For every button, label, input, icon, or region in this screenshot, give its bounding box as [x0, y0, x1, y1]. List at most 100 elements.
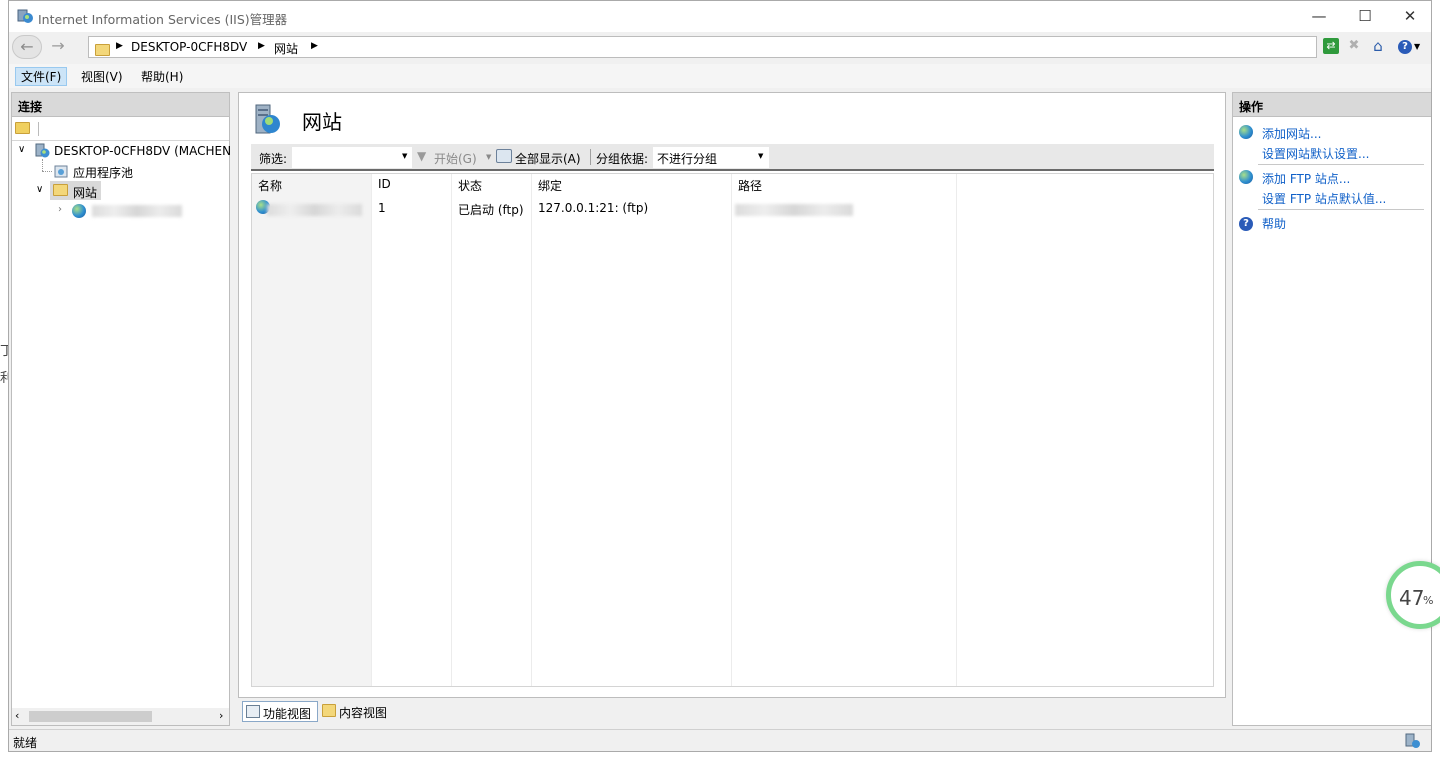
filter-divider [590, 149, 591, 165]
column-path [732, 174, 957, 686]
status-bar: 就绪 [9, 729, 1431, 751]
column-name [252, 174, 372, 686]
help-dropdown-icon[interactable]: ? ▼ [1398, 38, 1420, 54]
back-button[interactable]: ← [12, 35, 42, 59]
chevron-down-icon: ▼ [486, 153, 492, 161]
content-view-icon [322, 704, 336, 720]
add-ftp-site-link[interactable]: 添加 FTP 站点... [1262, 170, 1350, 187]
menu-help[interactable]: 帮助(H) [135, 67, 189, 86]
menu-bar: 文件(F) 视图(V) 帮助(H) [9, 64, 1431, 88]
menu-file[interactable]: 文件(F) [15, 67, 68, 86]
add-site-link[interactable]: 添加网站... [1262, 125, 1321, 142]
add-ftp-icon [1239, 170, 1253, 187]
actions-header: 操作 [1232, 92, 1431, 117]
breadcrumb-server[interactable]: DESKTOP-0CFH8DV [131, 40, 247, 54]
header-path[interactable]: 路径 [738, 177, 762, 194]
header-status[interactable]: 状态 [458, 177, 482, 194]
help-icon: ? [1239, 215, 1253, 231]
title-bar: Internet Information Services (IIS)管理器 —… [9, 1, 1431, 32]
scroll-right-icon[interactable]: › [219, 709, 223, 722]
breadcrumb-separator-icon: ▶ [311, 41, 318, 51]
tree-server[interactable]: DESKTOP-0CFH8DV (MACHEN [54, 144, 231, 158]
features-view-icon [246, 705, 260, 718]
connections-header: 连接 [11, 92, 230, 117]
add-site-icon [1239, 125, 1253, 142]
stop-icon[interactable]: ✖ [1346, 38, 1362, 54]
tree-expander-server[interactable]: ∨ [18, 144, 25, 155]
chevron-down-icon: ▼ [758, 152, 764, 160]
content-view-label: 内容视图 [339, 706, 388, 720]
maximize-button[interactable]: ☐ [1342, 1, 1388, 32]
features-view-label: 功能视图 [263, 707, 312, 721]
actions-divider [1258, 209, 1424, 210]
header-name[interactable]: 名称 [258, 177, 282, 194]
tree-line [42, 171, 52, 172]
address-bar[interactable]: ▶ DESKTOP-0CFH8DV ▶ 网站 ▶ [88, 36, 1317, 58]
header-id[interactable]: ID [378, 177, 391, 191]
cell-id: 1 [378, 201, 386, 215]
widget-unit: % [1423, 594, 1434, 607]
menu-view[interactable]: 视图(V) [75, 67, 129, 86]
tree-app-pools[interactable]: 应用程序池 [73, 164, 133, 181]
tree-expander-site[interactable]: › [58, 204, 62, 215]
show-all-icon [496, 149, 512, 163]
widget-percent: 47 [1399, 586, 1425, 610]
redacted-path [735, 204, 853, 216]
start-filter-button[interactable]: 开始(G) [434, 150, 477, 167]
table-row[interactable]: 1 已启动 (ftp) 127.0.0.1:21: (ftp) [252, 198, 1213, 218]
group-by-select[interactable]: 不进行分组 ▼ [653, 147, 769, 168]
sites-header-icon [250, 103, 284, 140]
forward-button[interactable]: → [45, 35, 71, 59]
chevron-down-icon: ▼ [402, 152, 408, 160]
tree-sites[interactable]: 网站 [73, 184, 97, 201]
site-globe-icon [72, 204, 86, 221]
navigation-bar: ← → ▶ DESKTOP-0CFH8DV ▶ 网站 ▶ ⇄ ✖ ⌂ ? ▼ [9, 32, 1431, 62]
cell-status: 已启动 (ftp) [458, 203, 524, 217]
toolbar-divider [38, 122, 39, 136]
horizontal-scrollbar[interactable]: ‹ › [12, 708, 229, 725]
iis-manager-window: Internet Information Services (IIS)管理器 —… [8, 0, 1432, 752]
redacted-site-name [92, 205, 182, 217]
filter-input[interactable]: ▼ [292, 147, 412, 168]
scroll-left-icon[interactable]: ‹ [15, 709, 19, 722]
site-defaults-link[interactable]: 设置网站默认设置... [1262, 145, 1369, 162]
ftp-defaults-link[interactable]: 设置 FTP 站点默认值... [1262, 190, 1386, 207]
refresh-icon[interactable]: ⇄ [1323, 38, 1339, 54]
show-all-button[interactable]: 全部显示(A) [515, 150, 581, 167]
column-id [372, 174, 452, 686]
app-icon [17, 8, 33, 27]
window-title: Internet Information Services (IIS)管理器 [38, 12, 288, 27]
connection-status-icon [1405, 733, 1421, 751]
create-connection-icon[interactable] [15, 122, 30, 137]
breadcrumb-sites[interactable]: 网站 [274, 40, 298, 57]
actions-panel: 操作 添加网站... 设置网站默认设置... 添加 FTP 站点... 设置 F… [1232, 92, 1431, 726]
help-link[interactable]: 帮助 [1262, 215, 1286, 232]
tab-content-view[interactable]: 内容视图 [319, 701, 395, 722]
sites-folder-icon [53, 184, 68, 199]
connections-panel: 连接 ∨ DESKTOP-0CFH8DV (MACHEN 应用程序池 ∨ 网站 … [11, 92, 231, 726]
filter-label: 筛选: [259, 152, 288, 166]
header-binding[interactable]: 绑定 [538, 177, 562, 194]
tree-expander-sites[interactable]: ∨ [36, 184, 43, 195]
filter-funnel-icon: ▼ [417, 149, 427, 163]
redacted-site-name [267, 204, 362, 216]
actions-divider [1258, 164, 1424, 165]
app-pool-icon [54, 164, 69, 182]
close-button[interactable]: ✕ [1387, 1, 1431, 32]
column-binding [532, 174, 732, 686]
status-text: 就绪 [13, 736, 38, 750]
group-by-value: 不进行分组 [657, 152, 718, 166]
sort-ascending-icon: ˆ [308, 169, 313, 180]
group-by-label: 分组依据: [596, 152, 649, 166]
minimize-button[interactable]: — [1296, 1, 1342, 32]
sites-feature-panel: 网站 筛选: ▼ ▼ 开始(G) ▼ 全部显示(A) 分组依据: 不进行分组 ▼ [238, 92, 1226, 698]
filter-bar: 筛选: ▼ ▼ 开始(G) ▼ 全部显示(A) 分组依据: 不进行分组 ▼ [251, 144, 1214, 171]
home-icon[interactable]: ⌂ [1369, 37, 1387, 55]
column-status [452, 174, 532, 686]
cell-binding: 127.0.0.1:21: (ftp) [538, 201, 649, 215]
tab-features-view[interactable]: 功能视图 [242, 701, 318, 722]
connections-toolbar [12, 117, 229, 141]
page-title: 网站 [302, 110, 342, 134]
scrollbar-thumb[interactable] [29, 711, 152, 722]
sites-table: 名称 ˆ ID 状态 绑定 路径 1 已启动 (ftp) 127.0.0.1:2… [251, 169, 1214, 687]
